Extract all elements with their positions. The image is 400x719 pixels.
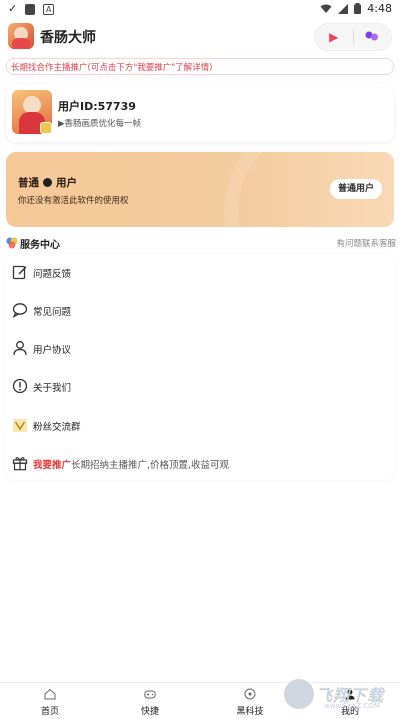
membership-banner: 普通 用户 你还没有激活此软件的使用权 普通用户 [6,152,394,227]
app-title: 香肠大师 [40,30,96,46]
chat-icon [12,303,28,318]
service-item-promote[interactable]: 我要推广长期招纳主播推广,价格顶置,收益可观 [6,445,394,481]
user-subtitle: ▶香肠画质优化每一帧 [58,119,142,129]
user-icon [13,341,27,356]
contact-support-link[interactable]: 有问题联系客服 [336,237,396,249]
gift-icon [12,456,28,471]
status-bar: ✓ A 4:48 [0,0,400,18]
compass-icon [244,688,256,700]
member-level-prefix: 普通 [18,177,39,189]
dots-icon [365,30,379,45]
app-square-icon [25,3,36,15]
nav-label: 首页 [40,707,59,717]
service-item-label: 问题反馈 [33,269,72,280]
signal-icon [338,3,349,14]
nav-shortcut[interactable]: 快捷 [100,683,200,719]
watermark-url: www.FXXZ.COM [324,702,380,710]
promote-hot-text: 我要推广 [33,460,72,471]
promote-description: 长期招纳主播推广,价格顶置,收益可观 [71,460,230,471]
status-time: 4:48 [367,2,392,15]
info-icon [12,378,28,394]
member-level-suffix: 用户 [56,177,77,189]
service-item-feedback[interactable]: 问题反馈 [6,254,394,290]
user-card[interactable]: 用户ID:57739 ▶香肠画质优化每一帧 [6,84,394,142]
crown-icon [13,419,27,432]
service-item-label: 关于我们 [33,383,72,394]
status-left: ✓ A [8,2,55,16]
notice-text: 长期找合作主播推广(可点击下方"我要推广"了解详情) [11,63,213,73]
menu-button[interactable] [354,24,392,50]
service-header: 服务中心 有问题联系客服 [6,236,396,251]
member-level: 普通 用户 [18,175,77,190]
app-header: 香肠大师 ▶ [0,18,400,56]
watermark: 飞翔下载 www.FXXZ.COM [282,677,394,713]
member-status-button[interactable]: 普通用户 [330,179,382,199]
service-item-label: 粉丝交流群 [33,422,81,433]
status-right: 4:48 [320,2,392,15]
service-item-agreement[interactable]: 用户协议 [6,330,394,366]
service-item-faq[interactable]: 常见问题 [6,292,394,328]
level-dot-icon [43,178,52,187]
watermark-logo-icon [282,677,316,711]
play-button[interactable]: ▶ [315,24,353,50]
notice-bar[interactable]: 长期找合作主播推广(可点击下方"我要推广"了解详情) [6,58,394,75]
member-description: 你还没有激活此软件的使用权 [18,196,129,206]
service-item-label: 常见问题 [33,307,72,318]
wifi-icon [320,4,332,13]
check-icon: ✓ [8,2,18,15]
nav-home[interactable]: 首页 [0,683,100,719]
app-logo [8,23,34,49]
gamepad-icon [144,690,156,699]
service-item-about[interactable]: 关于我们 [6,368,394,404]
battery-icon [354,3,362,14]
service-list: 问题反馈 常见问题 用户协议 关于我们 粉丝交流群 我要推广长期招纳主播推广,价… [6,254,394,480]
play-icon: ▶ [329,30,339,44]
nav-label: 快捷 [140,707,159,717]
promote-label: 我要推广长期招纳主播推广,价格顶置,收益可观 [33,457,229,471]
service-item-label: 用户协议 [33,345,72,356]
avatar-badge-icon [40,122,52,134]
edit-icon [12,265,27,280]
home-icon [44,688,56,700]
service-title: 服务中心 [20,240,60,251]
header-capsule: ▶ [314,23,392,51]
user-id: 用户ID:57739 [58,100,136,113]
a-icon: A [43,3,55,15]
service-item-fan-group[interactable]: 粉丝交流群 [6,407,394,443]
service-center-icon [6,237,18,249]
